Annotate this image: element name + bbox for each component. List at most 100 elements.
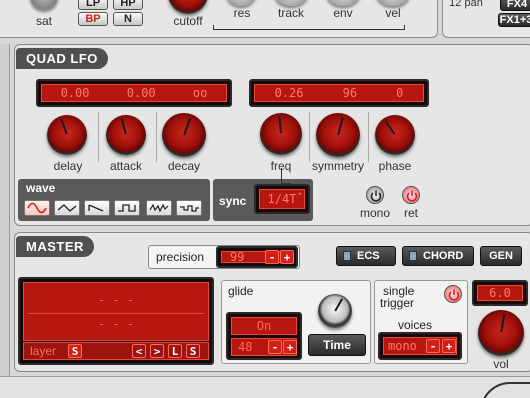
next-button[interactable]: > [150, 344, 164, 358]
phase-value: 0 [396, 86, 404, 100]
power-icon [448, 289, 460, 301]
glide-minus-button[interactable]: - [268, 340, 282, 354]
ret-label: ret [403, 206, 418, 220]
prev-button[interactable]: < [132, 344, 146, 358]
ret-toggle[interactable] [402, 186, 420, 204]
decay-value: oo [192, 86, 208, 100]
precision-label: precision [156, 250, 205, 264]
vol-value: 6.0 [489, 286, 511, 300]
led-icon [409, 251, 417, 261]
wave-triangle-button[interactable] [54, 200, 80, 216]
freq-sync-line [281, 168, 282, 184]
voices-label: voices [398, 318, 433, 332]
phase-knob[interactable] [375, 115, 415, 155]
chord-button[interactable]: CHORD [402, 246, 474, 266]
n-button[interactable]: N [113, 12, 143, 26]
precision-minus-button[interactable]: - [265, 250, 279, 264]
random-wave-icon [149, 203, 169, 213]
glide-label: glide [228, 284, 254, 298]
left-edge [0, 44, 10, 394]
mono-toggle[interactable] [366, 186, 384, 204]
delay-value: 0.00 [60, 86, 90, 100]
divider [309, 112, 310, 162]
single-trigger-toggle[interactable] [444, 285, 462, 303]
fx13-button[interactable]: FX1+3 [498, 13, 530, 27]
dropdown-arrow-icon: ▾ [297, 190, 302, 198]
wave-sine-button[interactable] [24, 200, 50, 216]
delay-knob[interactable] [47, 115, 87, 155]
mono-label: mono [359, 206, 391, 220]
wave-random-button[interactable] [146, 200, 172, 216]
sync-value: 1/4T [267, 192, 297, 206]
vel-label: vel [385, 6, 401, 20]
decay-knob[interactable] [162, 113, 206, 157]
square-wave-icon [118, 204, 136, 212]
bp-button[interactable]: BP [78, 12, 108, 26]
led-icon [343, 251, 351, 261]
glide-time-knob[interactable] [318, 294, 352, 328]
vol-label: vol [493, 357, 509, 371]
sync-dropdown[interactable]: 1/4T ▾ [254, 184, 310, 214]
attack-knob[interactable] [106, 115, 146, 155]
layer-screen [23, 282, 209, 341]
symmetry-label: symmetry [312, 159, 364, 173]
freq-knob[interactable] [260, 113, 302, 155]
power-icon [370, 190, 382, 202]
voices-plus-button[interactable]: + [442, 339, 456, 353]
sync-label: sync [219, 194, 247, 208]
bottom-strip [0, 376, 530, 398]
wave-saw-button[interactable] [84, 200, 110, 216]
display-separator [28, 313, 204, 314]
wave-square-button[interactable] [114, 200, 140, 216]
attack-label: attack [109, 159, 142, 173]
lp-button[interactable]: LP [78, 0, 108, 10]
glide-plus-button[interactable]: + [283, 340, 297, 354]
wave-label: wave [26, 181, 56, 195]
decay-label: decay [167, 159, 201, 173]
lfo-display-right: 0.26 96 0 [249, 79, 429, 107]
symmetry-knob[interactable] [316, 113, 360, 157]
time-button[interactable]: Time [308, 334, 366, 356]
vol-knob[interactable] [478, 310, 524, 356]
mod-bracket [213, 25, 405, 30]
quad-lfo-title: QUAD LFO [16, 48, 108, 69]
wave-step-button[interactable] [176, 200, 202, 216]
save-button[interactable]: S [186, 344, 200, 358]
symmetry-value: 96 [342, 86, 358, 100]
precision-value: 99 [230, 250, 245, 264]
load-button[interactable]: L [168, 344, 182, 358]
layer-display: - - - - - - layer S < > L S [18, 277, 214, 365]
layer-select-button[interactable]: S [68, 344, 82, 358]
precision-plus-button[interactable]: + [280, 250, 294, 264]
cutoff-label: cutoff [173, 14, 203, 28]
display-line-2: - - - [97, 317, 135, 331]
layer-label: layer [30, 344, 57, 358]
step-wave-icon [180, 205, 199, 212]
voices-minus-button[interactable]: - [426, 339, 440, 353]
saw-wave-icon [88, 204, 104, 212]
phase-label: phase [378, 159, 412, 173]
res-label: res [233, 6, 251, 20]
lfo-display-left: 0.00 0.00 oo [36, 79, 232, 107]
sat-label: sat [35, 14, 52, 28]
voices-value: mono [388, 339, 417, 353]
divider [368, 112, 369, 162]
divider [156, 112, 157, 162]
power-icon [406, 190, 418, 202]
fx4-button[interactable]: FX4 [500, 0, 530, 11]
single-trigger-label-2: trigger [380, 296, 415, 310]
vol-display: 6.0 [472, 280, 528, 306]
freq-value: 0.26 [274, 86, 304, 100]
triangle-wave-icon [57, 204, 77, 212]
hp-button[interactable]: HP [113, 0, 143, 10]
delay-label: delay [53, 159, 83, 173]
ecs-button[interactable]: ECS [336, 246, 396, 266]
ecs-label: ECS [357, 250, 380, 262]
track-label: track [277, 6, 304, 20]
chord-label: CHORD [423, 250, 464, 262]
divider [98, 112, 99, 162]
pan-label: 12 pan [449, 0, 483, 9]
gen-button[interactable]: GEN [480, 246, 522, 266]
master-title: MASTER [16, 236, 94, 257]
env-label: env [333, 6, 353, 20]
